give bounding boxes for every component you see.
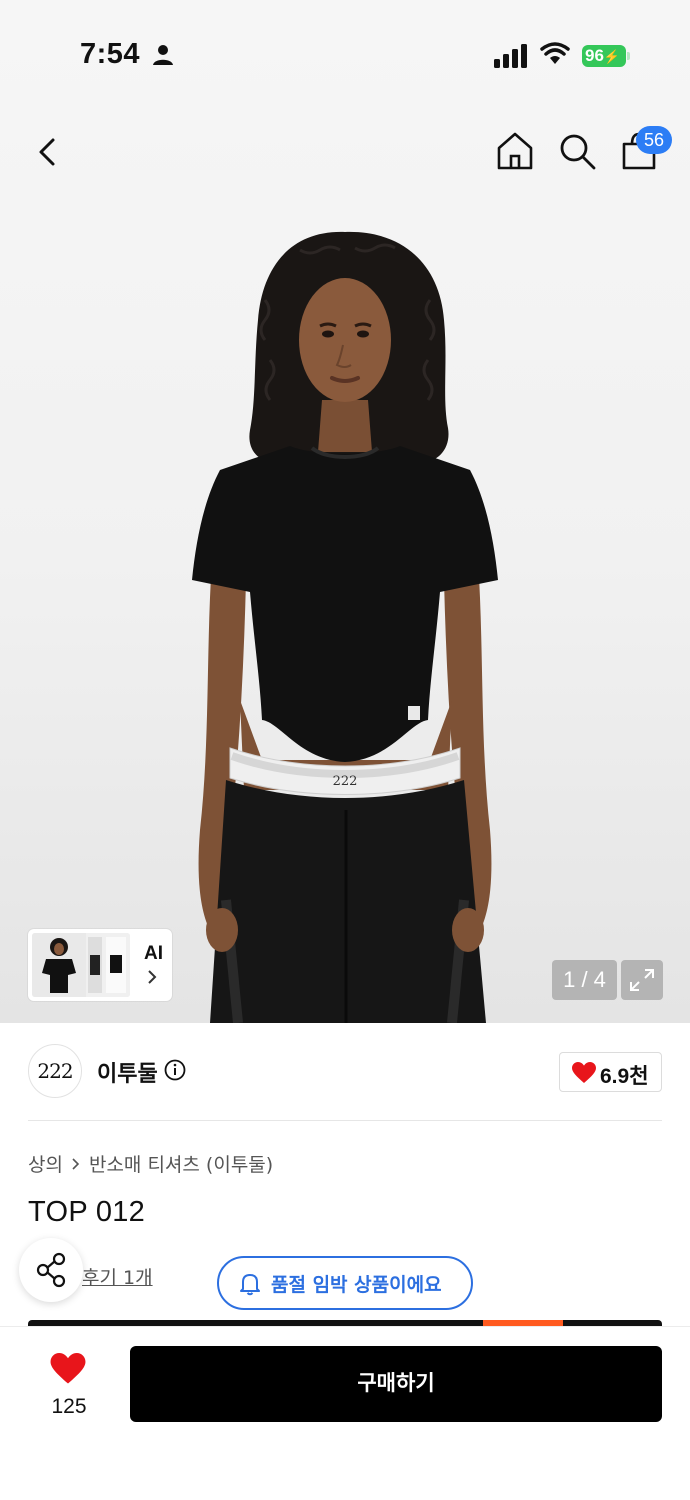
breadcrumb-subcategory[interactable]: 반소매 티셔츠 (이투둘)	[89, 1150, 273, 1177]
review-link[interactable]: 후기 1개	[82, 1263, 153, 1290]
expand-button[interactable]	[621, 960, 663, 1000]
brand-like-count: 6.9천	[600, 1065, 649, 1088]
page-indicator: 1 / 4	[552, 960, 617, 1000]
soldout-notice-chip[interactable]: 품절 임박 상품이에요	[217, 1256, 473, 1310]
cart-count-badge: 56	[636, 126, 672, 154]
home-icon[interactable]	[494, 130, 536, 172]
brand-row: 222 이투둘 6.9천	[0, 1040, 690, 1104]
share-button[interactable]	[19, 1238, 83, 1302]
divider	[28, 1120, 662, 1121]
status-bar: 7:54 96⚡	[0, 0, 690, 100]
product-title: TOP 012	[28, 1196, 146, 1228]
breadcrumb-category[interactable]: 상의	[28, 1150, 63, 1177]
expand-icon	[630, 969, 654, 991]
charging-icon: ⚡	[603, 49, 621, 64]
ai-lookbook-button[interactable]: AI	[28, 929, 172, 1001]
breadcrumb: 상의 반소매 티셔츠 (이투둘)	[28, 1150, 273, 1177]
wifi-icon	[540, 42, 570, 64]
search-icon[interactable]	[556, 130, 598, 172]
chevron-right-icon	[72, 1157, 80, 1170]
soldout-notice-text: 품절 임박 상품이에요	[271, 1274, 442, 1296]
signal-icon	[494, 44, 527, 68]
ai-thumbnail-image	[32, 933, 130, 997]
info-icon[interactable]	[164, 1059, 186, 1081]
battery-icon: 96⚡	[582, 45, 626, 67]
chevron-right-icon	[148, 970, 157, 984]
heart-icon	[50, 1353, 86, 1384]
buy-button[interactable]: 구매하기	[130, 1346, 662, 1422]
bell-icon	[240, 1274, 260, 1296]
brand-like-button[interactable]: 6.9천	[559, 1052, 662, 1092]
battery-tip	[627, 52, 630, 60]
brand-logo[interactable]: 222	[28, 1044, 82, 1098]
back-icon[interactable]	[28, 132, 68, 172]
wishlist-count: 125	[51, 1395, 87, 1418]
status-time: 7:54	[80, 38, 141, 70]
brand-name[interactable]: 이투둘	[97, 1056, 158, 1088]
bottom-action-bar: 125 구매하기	[0, 1326, 690, 1500]
ai-label: AI	[144, 943, 163, 964]
top-navigation	[0, 110, 690, 190]
share-icon	[36, 1252, 66, 1288]
person-icon	[153, 45, 173, 65]
svg-text:222: 222	[333, 774, 358, 789]
wishlist-button[interactable]: 125	[36, 1347, 102, 1427]
battery-level: 96	[585, 46, 604, 65]
heart-icon	[572, 1062, 596, 1083]
